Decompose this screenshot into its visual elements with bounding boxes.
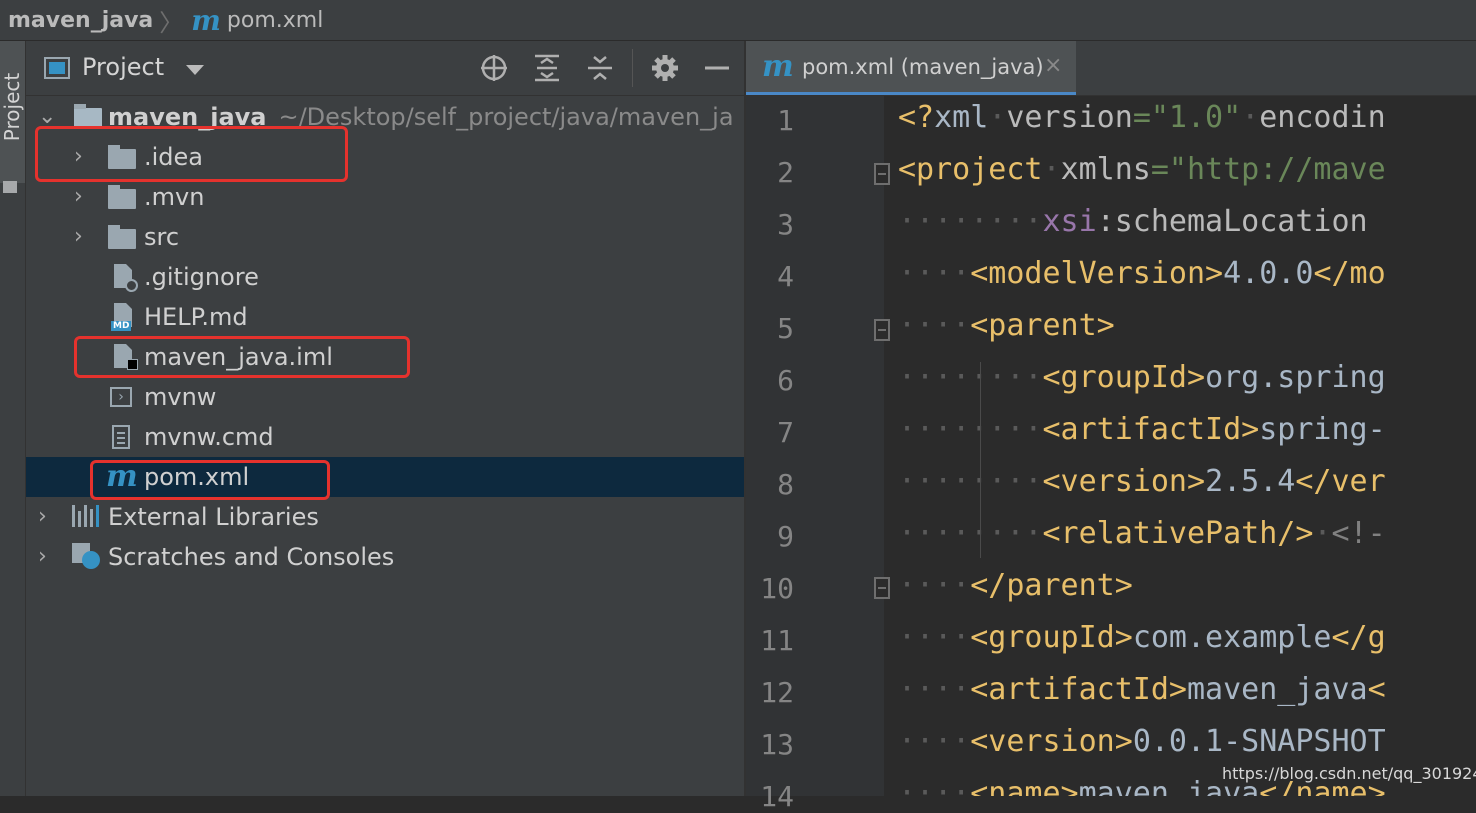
line-number: 8 bbox=[777, 468, 794, 501]
line-number: 7 bbox=[777, 416, 794, 449]
code-line: ····<version>0.0.1-SNAPSHOT bbox=[898, 724, 1386, 759]
shell-script-icon: › bbox=[110, 387, 132, 407]
editor-tab-bar: m pom.xml (maven_java) × bbox=[746, 41, 1476, 96]
watermark: https://blog.csdn.net/qq_30192407 bbox=[1222, 764, 1476, 783]
line-number: 9 bbox=[777, 520, 794, 553]
close-icon[interactable]: × bbox=[1044, 53, 1062, 78]
code-line: ········<groupId>org.spring bbox=[898, 360, 1386, 395]
breadcrumb: maven_java 〉 m pom.xml bbox=[0, 0, 1476, 41]
line-number: 3 bbox=[777, 208, 794, 241]
code-line: ····<modelVersion>4.0.0</mo bbox=[898, 256, 1386, 291]
scratches-icon bbox=[72, 543, 102, 569]
chevron-down-icon[interactable] bbox=[186, 65, 204, 75]
tree-node-label: External Libraries bbox=[108, 503, 319, 531]
collapse-all-icon[interactable] bbox=[585, 53, 615, 83]
editor-tab-label: pom.xml (maven_java) bbox=[802, 55, 1044, 79]
project-view-selector[interactable]: Project bbox=[82, 53, 164, 81]
highlight-box-iml bbox=[74, 336, 410, 378]
module-folder-icon bbox=[74, 104, 102, 128]
breadcrumb-file[interactable]: pom.xml bbox=[227, 8, 323, 33]
line-number: 10 bbox=[760, 572, 794, 605]
code-line: ····</parent> bbox=[898, 568, 1133, 603]
tree-node-label: .mvn bbox=[144, 183, 205, 211]
crosshair-icon[interactable] bbox=[479, 53, 509, 83]
line-number: 14 bbox=[760, 780, 794, 813]
chevron-right-icon[interactable]: › bbox=[74, 217, 94, 257]
code-line: ····<groupId>com.example</g bbox=[898, 620, 1386, 655]
tree-node-gitignore[interactable]: .gitignore bbox=[26, 257, 744, 297]
tree-node-external-libraries[interactable]: › External Libraries bbox=[26, 497, 744, 537]
folder-icon bbox=[108, 225, 136, 249]
code-line: ········<version>2.5.4</ver bbox=[898, 464, 1386, 499]
tree-node-mvn[interactable]: › .mvn bbox=[26, 177, 744, 217]
line-number: 13 bbox=[760, 728, 794, 761]
tree-node-label: HELP.md bbox=[144, 303, 248, 331]
line-number: 11 bbox=[760, 624, 794, 657]
code-line: <?xml·version="1.0"·encodin bbox=[898, 100, 1386, 135]
code-editor[interactable]: <?xml·version="1.0"·encodin <project·xml… bbox=[888, 96, 1476, 796]
library-icon bbox=[72, 505, 102, 527]
tree-node-label: mvnw.cmd bbox=[144, 423, 274, 451]
text-file-icon bbox=[112, 425, 130, 449]
project-view-icon bbox=[44, 57, 70, 79]
line-number: 12 bbox=[760, 676, 794, 709]
active-tab-indicator bbox=[746, 92, 1076, 95]
line-number: 4 bbox=[777, 260, 794, 293]
ignored-file-icon bbox=[114, 264, 138, 292]
chevron-right-icon[interactable]: › bbox=[74, 177, 94, 217]
code-line: ········<artifactId>spring- bbox=[898, 412, 1386, 447]
gear-icon[interactable] bbox=[650, 53, 680, 83]
code-line: ········<relativePath/>·<!- bbox=[898, 516, 1386, 551]
project-root-path: ~/Desktop/self_project/java/maven_ja bbox=[278, 103, 734, 131]
expand-all-icon[interactable] bbox=[532, 53, 562, 83]
folder-icon bbox=[3, 181, 17, 193]
tool-window-strip: Project bbox=[0, 41, 26, 796]
breadcrumb-project[interactable]: maven_java bbox=[8, 8, 153, 33]
code-line: <project·xmlns="http://mave bbox=[898, 152, 1386, 187]
code-line: ····<artifactId>maven_java< bbox=[898, 672, 1386, 707]
maven-icon: m bbox=[191, 3, 221, 37]
line-number: 1 bbox=[777, 104, 794, 137]
maven-icon: m bbox=[762, 49, 794, 84]
chevron-right-icon[interactable]: › bbox=[38, 497, 58, 537]
tree-node-help-md[interactable]: MD HELP.md bbox=[26, 297, 744, 337]
minimize-icon[interactable] bbox=[702, 53, 732, 83]
project-tool-tab[interactable]: Project bbox=[0, 41, 25, 183]
line-number: 6 bbox=[777, 364, 794, 397]
tree-node-scratches[interactable]: › Scratches and Consoles bbox=[26, 537, 744, 577]
highlight-box-idea bbox=[35, 126, 348, 182]
chevron-right-icon[interactable]: › bbox=[38, 537, 58, 577]
project-panel-header: Project bbox=[26, 41, 744, 96]
code-line: ····<parent> bbox=[898, 308, 1115, 343]
editor-tab-pom[interactable]: m pom.xml (maven_java) × bbox=[746, 41, 1076, 95]
highlight-box-pom bbox=[90, 460, 330, 500]
tree-node-label: src bbox=[144, 223, 180, 251]
tree-node-label: mvnw bbox=[144, 383, 217, 411]
toolbar-divider bbox=[632, 49, 633, 87]
tree-node-mvnw-cmd[interactable]: mvnw.cmd bbox=[26, 417, 744, 457]
breadcrumb-separator: 〉 bbox=[159, 8, 184, 37]
line-number: 2 bbox=[777, 156, 794, 189]
tree-node-mvnw[interactable]: › mvnw bbox=[26, 377, 744, 417]
line-number: 5 bbox=[777, 312, 794, 345]
folder-icon bbox=[108, 185, 136, 209]
indent-guide bbox=[980, 362, 981, 558]
tree-node-label: .gitignore bbox=[144, 263, 259, 291]
markdown-file-icon: MD bbox=[111, 303, 132, 331]
project-tool-tab-label: Project bbox=[0, 72, 24, 142]
tree-node-src[interactable]: › src bbox=[26, 217, 744, 257]
tree-node-label: Scratches and Consoles bbox=[108, 543, 395, 571]
code-line: ········xsi:schemaLocation bbox=[898, 204, 1368, 239]
